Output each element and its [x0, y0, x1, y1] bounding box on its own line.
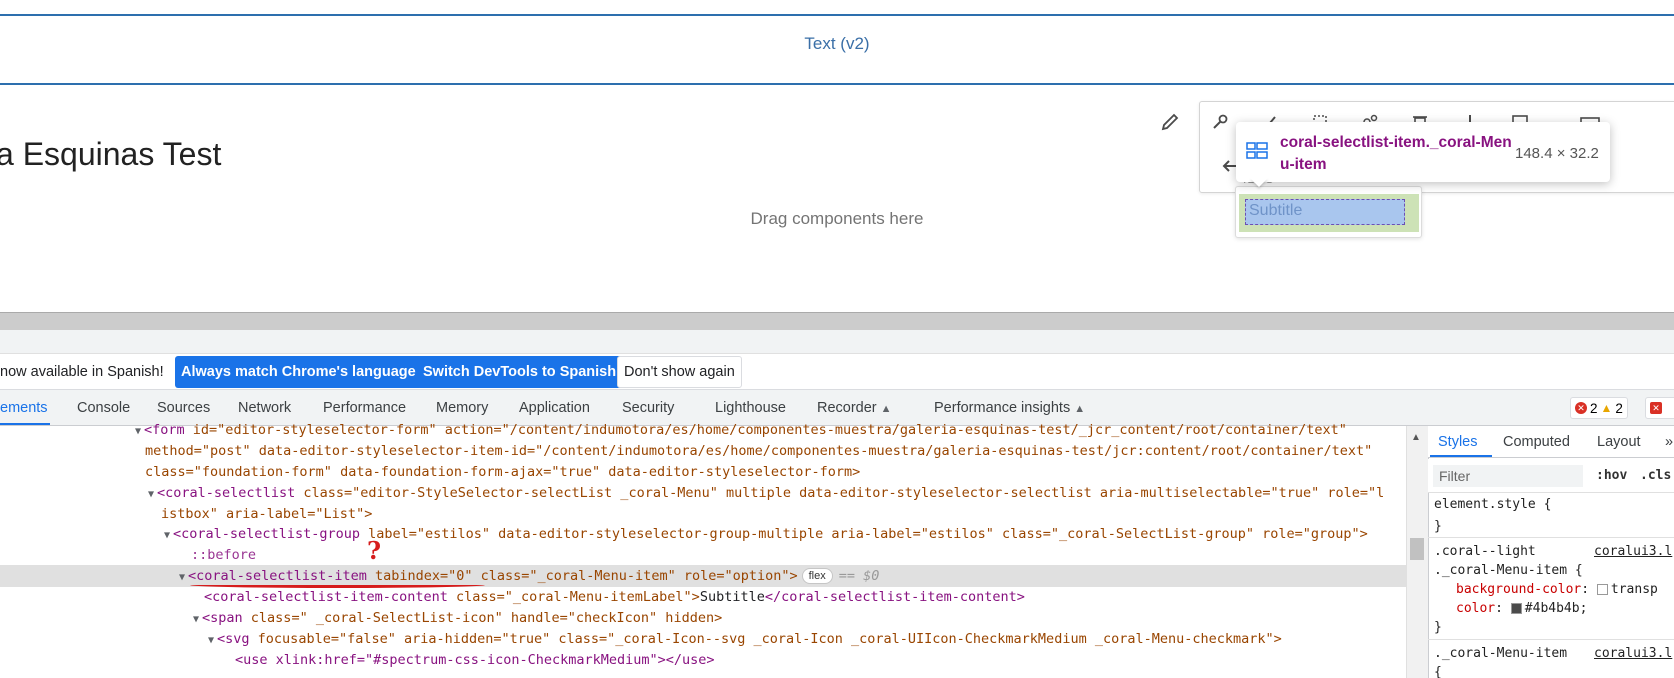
component-label[interactable]: Text (v2)	[0, 34, 1674, 54]
expand-triangle-icon[interactable]: ▼	[208, 635, 214, 646]
dom-line-use[interactable]: <use xlink:href="#spectrum-css-icon-Chec…	[235, 650, 715, 671]
rule2-prop-background[interactable]: background-color: transp	[1456, 580, 1658, 599]
tab-perf-insights-label: Performance insights	[934, 400, 1071, 416]
styles-tab-indicator	[1430, 455, 1492, 457]
expand-triangle-icon[interactable]: ▼	[193, 614, 199, 625]
dom-line-form-method[interactable]: method="post" data-editor-styleselector-…	[145, 441, 1372, 462]
active-tab-indicator	[0, 423, 50, 425]
styles-filter-input[interactable]	[1433, 465, 1583, 487]
tooltip-arrow	[1250, 178, 1268, 187]
rule2-selector-b[interactable]: ._coral-Menu-item {	[1434, 561, 1583, 580]
rule3-brace: {	[1434, 665, 1442, 678]
dom-line-form-class[interactable]: class="foundation-form" data-foundation-…	[145, 462, 860, 483]
tab-lighthouse[interactable]: Lighthouse	[715, 400, 786, 416]
page-title: a Esquinas Test	[0, 136, 222, 172]
component-bottom-border	[0, 83, 1674, 85]
tab-memory[interactable]: Memory	[436, 400, 488, 416]
rule2-selector-a[interactable]: .coral--light	[1434, 542, 1536, 561]
dom-line-svg[interactable]: ▼ <svg focusable="false" aria-hidden="tru…	[208, 629, 1282, 650]
rule-element-style-close: }	[1434, 519, 1442, 534]
expand-triangle-icon[interactable]: ▼	[135, 426, 141, 437]
wrench-icon[interactable]	[1208, 110, 1232, 134]
infobar-message: now available in Spanish!	[0, 364, 164, 380]
flask-icon: ▲	[880, 403, 892, 415]
tab-network[interactable]: Network	[238, 400, 291, 416]
rule2-close: }	[1434, 620, 1442, 635]
dollar-zero-marker: == $0	[838, 568, 880, 584]
scrollbar-thumb[interactable]	[1410, 538, 1424, 560]
flex-badge[interactable]: flex	[801, 568, 833, 584]
dom-line-selectlist[interactable]: ▼ <coral-selectlist class="editor-StyleSe…	[148, 483, 1384, 504]
tab-recorder-label: Recorder	[817, 400, 877, 416]
tab-performance-insights[interactable]: Performance insights ▲	[934, 400, 1085, 416]
scroll-up-icon[interactable]: ▲	[1411, 432, 1421, 443]
expand-triangle-icon[interactable]: ▼	[179, 572, 185, 583]
issues-badge[interactable]: ✕	[1645, 397, 1674, 419]
drop-zone-hint[interactable]: Drag components here	[0, 209, 1674, 229]
rule2-prop-color[interactable]: color: #4b4b4b;	[1456, 599, 1587, 618]
devtools-top-strip	[0, 330, 1674, 354]
error-icon: ✕	[1575, 402, 1587, 414]
dom-line-selectlist-group[interactable]: ▼ <coral-selectlist-group label="estilos"…	[164, 524, 1368, 545]
screen: Text (v2) a Esquinas Test Drag component…	[0, 0, 1674, 678]
tab-security[interactable]: Security	[622, 400, 674, 416]
color-swatch-icon[interactable]	[1510, 603, 1522, 614]
rule3-source-link[interactable]: coralui3.l	[1594, 644, 1672, 663]
switch-devtools-spanish-button[interactable]: Switch DevTools to Spanish	[417, 356, 623, 388]
hov-toggle[interactable]: :hov	[1596, 468, 1627, 483]
tab-recorder[interactable]: Recorder ▲	[817, 400, 892, 416]
flask-icon: ▲	[1074, 403, 1086, 415]
tab-elements[interactable]: ements	[0, 400, 48, 416]
always-match-language-button[interactable]: Always match Chrome's language	[175, 356, 422, 388]
rule-separator	[1428, 639, 1674, 640]
flex-layout-icon	[1246, 142, 1268, 160]
devtools-resize-handle[interactable]	[0, 312, 1674, 330]
error-count: 2	[1590, 400, 1598, 416]
tab-sources[interactable]: Sources	[157, 400, 210, 416]
issues-counter[interactable]: ✕ 2 ▲ 2	[1570, 397, 1628, 419]
subtitle-option[interactable]: Subtitle	[1245, 199, 1405, 225]
dom-line-span[interactable]: ▼ <span class=" _coral-SelectList-icon" h…	[193, 608, 722, 629]
tab-layout[interactable]: Layout	[1597, 434, 1641, 450]
dont-show-again-button[interactable]: Don't show again	[617, 356, 742, 388]
pencil-icon[interactable]	[1158, 110, 1182, 134]
tab-performance[interactable]: Performance	[323, 400, 406, 416]
rule-element-style[interactable]: element.style {	[1434, 495, 1551, 514]
warning-count: 2	[1615, 400, 1623, 416]
tab-styles[interactable]: Styles	[1438, 434, 1478, 450]
cls-toggle[interactable]: .cls	[1640, 468, 1671, 483]
rule3-selector[interactable]: ._coral-Menu-item	[1434, 644, 1567, 663]
dom-line-before[interactable]: ::before	[191, 545, 256, 566]
dom-line-form[interactable]: ▼ <form id="editor-styleselector-form" ac…	[135, 420, 1347, 441]
issue-icon: ✕	[1650, 402, 1662, 414]
component-top-border	[0, 14, 1674, 16]
rule-separator	[1428, 537, 1674, 538]
warning-icon: ▲	[1600, 401, 1613, 415]
transparent-swatch-icon[interactable]	[1596, 584, 1608, 595]
tab-computed[interactable]: Computed	[1503, 434, 1570, 450]
tooltip-size: 148.4 × 32.2	[1515, 145, 1599, 162]
tooltip-selector: coral-selectlist-item._coral-Menu-item	[1280, 134, 1512, 173]
tab-console[interactable]: Console	[77, 400, 130, 416]
red-annotation-question-mark: ?	[367, 536, 382, 565]
expand-triangle-icon[interactable]: ▼	[164, 530, 170, 541]
dom-line-selectlist-cont[interactable]: istbox" aria-label="List">	[161, 504, 372, 525]
dom-line-item-content[interactable]: <coral-selectlist-item-content class="_c…	[204, 587, 1025, 608]
tab-application[interactable]: Application	[519, 400, 590, 416]
red-annotation-underline	[190, 582, 485, 588]
rule2-source-link[interactable]: coralui3.l	[1594, 542, 1672, 561]
more-tabs-icon[interactable]: »	[1665, 434, 1673, 450]
expand-triangle-icon[interactable]: ▼	[148, 489, 154, 500]
